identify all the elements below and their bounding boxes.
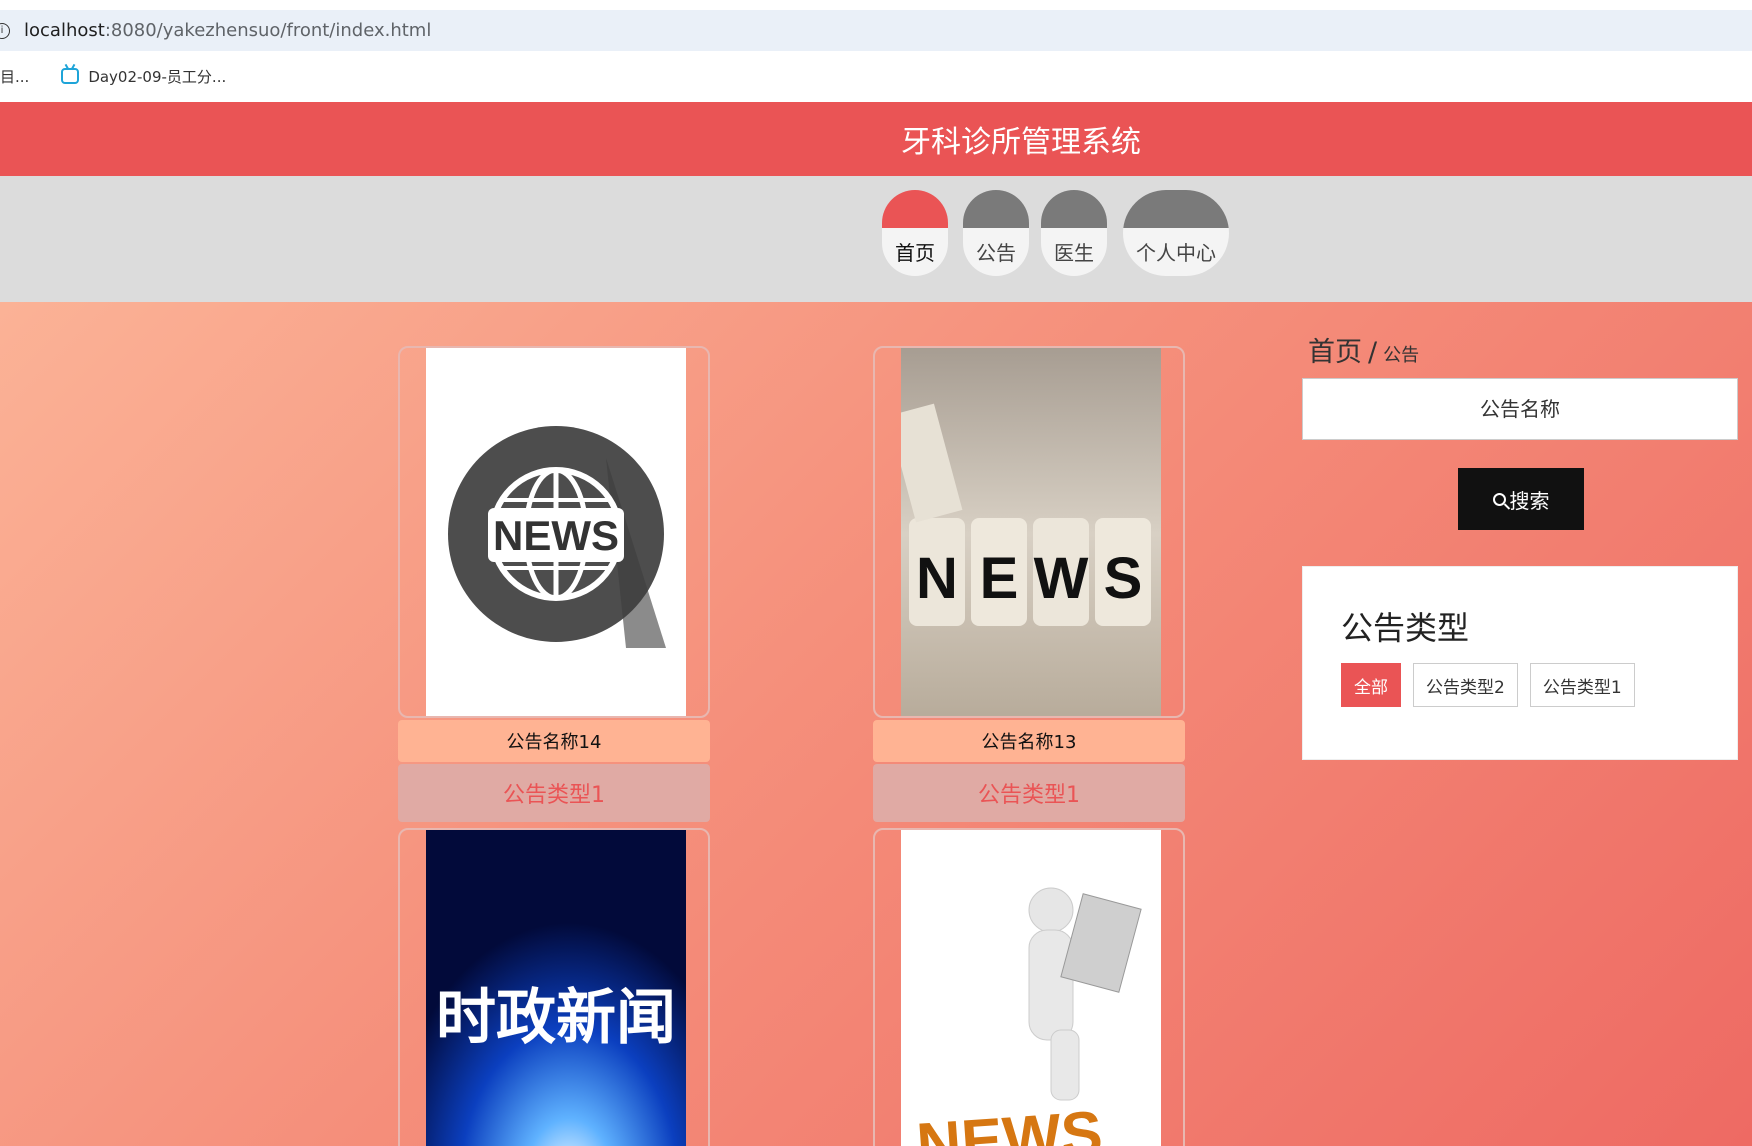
- card-type: 公告类型1: [873, 764, 1185, 822]
- notice-card[interactable]: NEWS 公告名称14 公告类型1: [398, 346, 710, 822]
- bilibili-icon: [61, 68, 80, 84]
- type-tag-1[interactable]: 公告类型1: [1529, 663, 1635, 707]
- card-image-frame[interactable]: NEWS: [398, 346, 710, 718]
- image-caption: 时政新闻: [436, 983, 676, 1053]
- notice-type-panel: 公告类型 全部 公告类型2 公告类型1: [1302, 566, 1738, 760]
- type-tag-2[interactable]: 公告类型2: [1413, 663, 1518, 707]
- svg-text:N: N: [916, 546, 958, 611]
- nav-doctor[interactable]: 医生: [1041, 190, 1107, 276]
- svg-text:NEWS: NEWS: [493, 512, 619, 559]
- bookmark-item[interactable]: 目...: [0, 66, 29, 87]
- nav-bar: 首页 公告 医生 个人中心: [0, 176, 1752, 302]
- svg-text:S: S: [1104, 546, 1143, 611]
- nav-notice[interactable]: 公告: [963, 190, 1029, 276]
- nav-label: 首页: [895, 241, 935, 265]
- url-host: localhost: [24, 20, 105, 41]
- search-input[interactable]: [1302, 378, 1738, 440]
- search-button[interactable]: 搜索: [1458, 468, 1584, 530]
- main-content: NEWS 公告名称14 公告类型1 N E W S 公告名称13 公告类型1 时…: [0, 302, 1752, 1146]
- nav-home[interactable]: 首页: [882, 190, 948, 276]
- search-icon: [1492, 492, 1506, 506]
- site-header: 牙科诊所管理系统: [0, 102, 1752, 176]
- notice-card[interactable]: NEWS: [873, 828, 1185, 1146]
- nav-profile[interactable]: 个人中心: [1123, 190, 1229, 276]
- info-icon[interactable]: i: [0, 22, 10, 39]
- bookmarks-bar: 目... Day02-09-员工分...: [0, 56, 1752, 96]
- type-tag-all[interactable]: 全部: [1341, 663, 1401, 707]
- card-name[interactable]: 公告名称13: [873, 720, 1185, 762]
- globe-news-icon: NEWS: [426, 348, 686, 716]
- search-button-label: 搜索: [1509, 488, 1550, 513]
- url-path: :8080/yakezhensuo/front/index.html: [104, 20, 432, 41]
- breadcrumb-home[interactable]: 首页: [1308, 337, 1362, 368]
- nav-label: 公告: [976, 241, 1016, 265]
- type-tags: 全部 公告类型2 公告类型1: [1341, 663, 1647, 707]
- svg-text:E: E: [980, 546, 1019, 611]
- bookmark-label: 目...: [0, 67, 30, 86]
- nav-label: 医生: [1054, 241, 1094, 265]
- address-bar[interactable]: i localhost:8080/yakezhensuo/front/index…: [0, 10, 1752, 51]
- notice-card[interactable]: 时政新闻: [398, 828, 710, 1146]
- site-title: 牙科诊所管理系统: [901, 125, 1141, 160]
- panel-title: 公告类型: [1341, 609, 1470, 647]
- card-image-frame[interactable]: NEWS: [873, 828, 1185, 1146]
- bookmark-item[interactable]: Day02-09-员工分...: [61, 66, 226, 87]
- breadcrumb: 首页 / 公告: [1308, 330, 1419, 369]
- breadcrumb-separator: /: [1368, 337, 1378, 368]
- svg-text:W: W: [1034, 546, 1089, 611]
- bookmark-label: Day02-09-员工分...: [88, 67, 227, 86]
- card-name[interactable]: 公告名称14: [398, 720, 710, 762]
- nav-label: 个人中心: [1136, 241, 1216, 265]
- card-image-frame[interactable]: 时政新闻: [398, 828, 710, 1146]
- news-blocks-icon: N E W S: [901, 348, 1161, 716]
- card-type: 公告类型1: [398, 764, 710, 822]
- politics-news-icon: 时政新闻: [426, 830, 686, 1146]
- url-text[interactable]: localhost:8080/yakezhensuo/front/index.h…: [24, 20, 431, 41]
- card-image-frame[interactable]: N E W S: [873, 346, 1185, 718]
- notice-card[interactable]: N E W S 公告名称13 公告类型1: [873, 346, 1185, 822]
- breadcrumb-current: 公告: [1383, 345, 1420, 366]
- reading-man-news-icon: NEWS: [901, 830, 1161, 1146]
